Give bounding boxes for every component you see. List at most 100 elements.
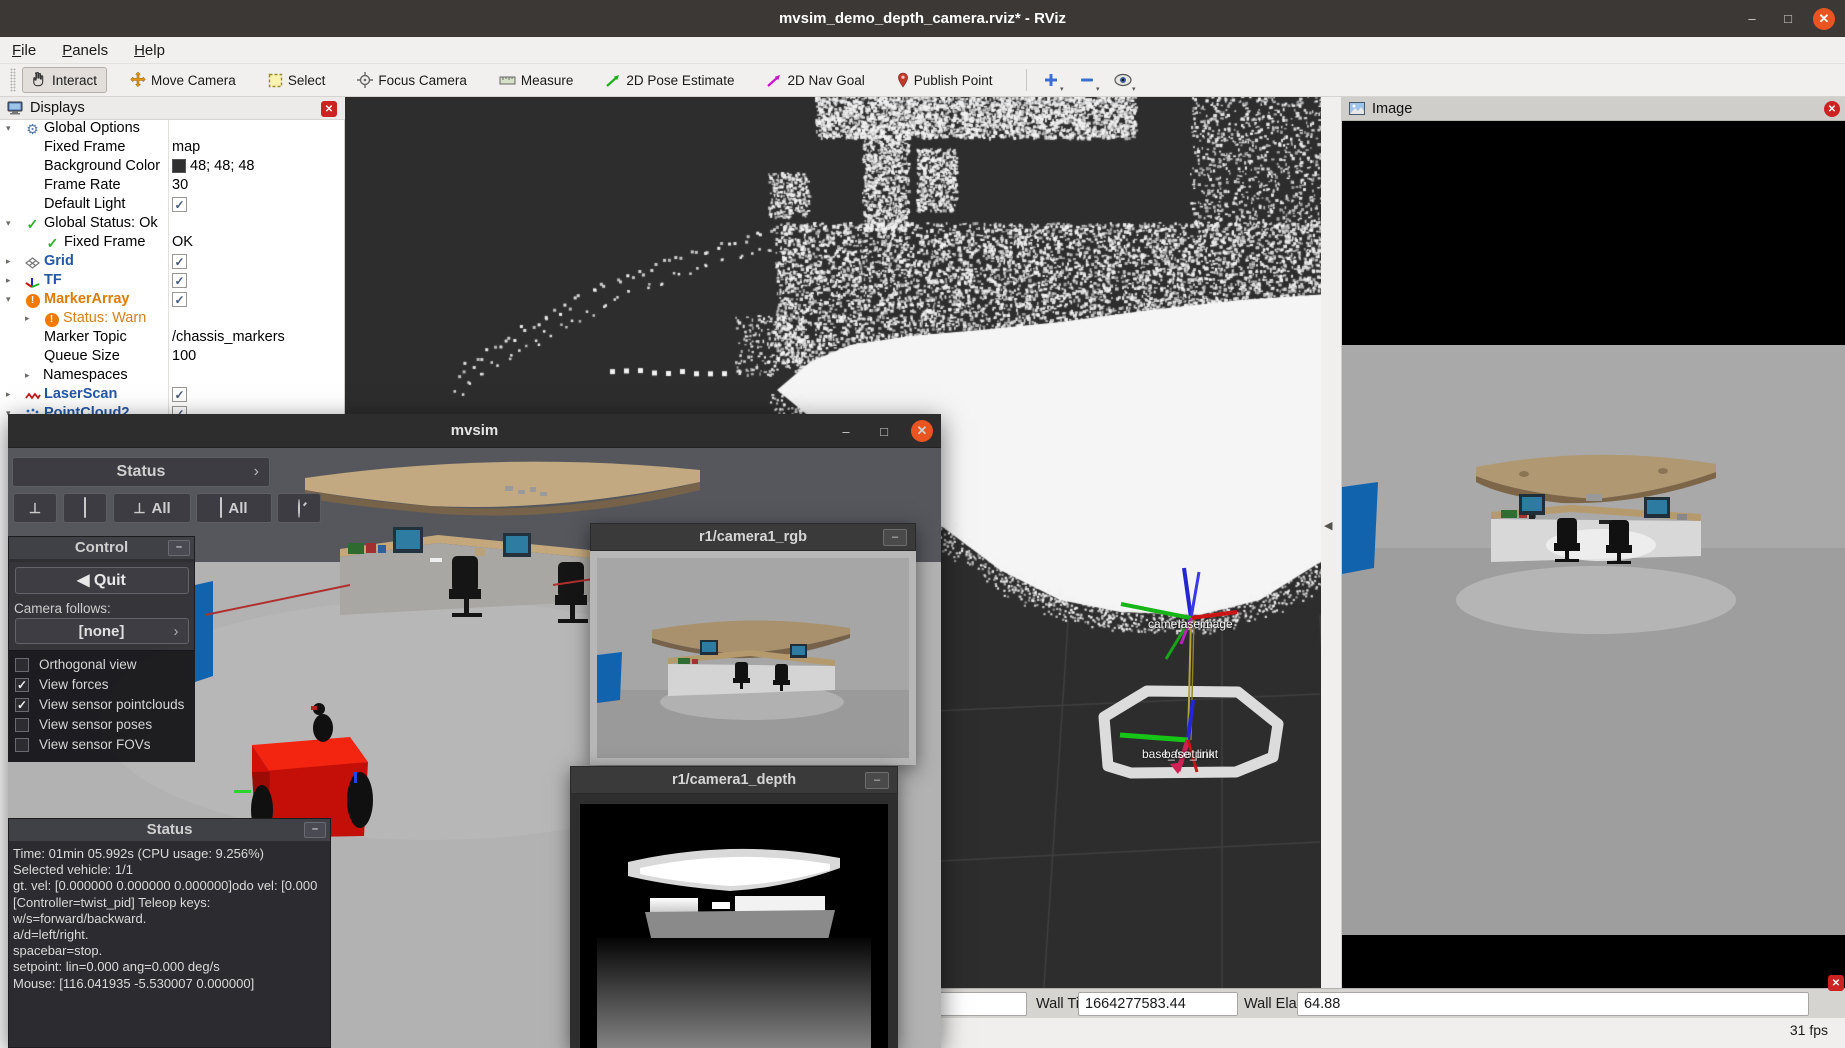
minimize-icon[interactable]: – (1741, 8, 1763, 30)
mvsim-toolbar-dock-all-button[interactable]: ⊥All (113, 493, 191, 523)
mvsim-maximize-icon[interactable]: □ (873, 420, 895, 442)
tool-2d-nav-goal[interactable]: 2D Nav Goal (757, 69, 873, 92)
checkbox-icon[interactable] (15, 738, 29, 752)
wall-time-input[interactable] (1078, 992, 1238, 1016)
close-icon[interactable]: ✕ (1813, 8, 1835, 30)
time-panel-close-icon[interactable]: ✕ (1828, 975, 1844, 991)
row-checkbox[interactable]: ✓ (172, 273, 187, 288)
chevron-right-icon[interactable]: ▸ (6, 256, 11, 267)
chevron-right-icon[interactable]: ▸ (6, 389, 11, 400)
menu-file[interactable]: File (12, 42, 36, 59)
chevron-right-icon[interactable]: ▸ (25, 370, 30, 381)
chevron-right-icon[interactable]: ▸ (25, 313, 30, 324)
tool-interact[interactable]: Interact (22, 67, 107, 93)
chevron-right-icon[interactable]: ▸ (6, 275, 11, 286)
row-name: Fixed Frame (64, 234, 145, 250)
tool-move-camera[interactable]: Move Camera (121, 68, 245, 92)
menu-panels[interactable]: Panels (62, 42, 108, 59)
tool-select[interactable]: Select (259, 69, 335, 92)
row-value[interactable]: 48; 48; 48 (172, 158, 255, 174)
warn-icon: ! (24, 292, 41, 309)
toolbar-separator (1026, 69, 1027, 91)
displays-row-tf[interactable]: ▸TF✓ (0, 272, 345, 291)
displays-row-global-options[interactable]: ▾⚙Global Options (0, 120, 345, 139)
wall-elapsed-input[interactable] (1297, 992, 1809, 1016)
displays-panel-header[interactable]: Displays ✕ (0, 97, 345, 120)
checkbox-icon[interactable]: ✓ (15, 698, 29, 712)
displays-row-fixed-frame[interactable]: ✓Fixed FrameOK (0, 234, 345, 253)
displays-row-status-warn[interactable]: ▸!Status: Warn (0, 310, 345, 329)
camera-rgb-titlebar[interactable]: r1/camera1_rgb – (590, 523, 916, 551)
checkbox-icon[interactable] (15, 658, 29, 672)
tool-label: 2D Nav Goal (787, 73, 864, 88)
mvsim-quit-button[interactable]: ◀ Quit (15, 567, 189, 594)
mvsim-toolbar-clock-button[interactable] (277, 493, 321, 523)
tool-publish-point[interactable]: Publish Point (888, 68, 1002, 92)
checkbox-icon[interactable]: ✓ (15, 678, 29, 692)
add-display-button[interactable]: ▾ (1037, 67, 1065, 93)
mvsim-control-header[interactable]: Control – (9, 537, 194, 559)
option-label: Orthogonal view (39, 657, 137, 672)
warn-icon: ! (43, 311, 60, 328)
camera-depth-titlebar[interactable]: r1/camera1_depth – (570, 766, 898, 794)
displays-row-queue-size[interactable]: Queue Size100 (0, 348, 345, 367)
chevron-down-icon[interactable]: ▾ (6, 218, 11, 229)
mvsim-option-view-forces[interactable]: ✓View forces (9, 675, 194, 695)
row-value[interactable]: 100 (172, 348, 196, 364)
mvsim-toolbar-dock-button[interactable]: ⊥ (13, 493, 57, 523)
mvsim-toolbar-window-all-button[interactable]: All (196, 493, 272, 523)
displays-row-default-light[interactable]: Default Light✓ (0, 196, 345, 215)
tool-2d-pose-estimate[interactable]: 2D Pose Estimate (596, 69, 743, 92)
chevron-down-icon[interactable]: ▾ (6, 294, 11, 305)
checkbox-icon[interactable] (15, 718, 29, 732)
camera-rgb-minimize-icon[interactable]: – (883, 529, 907, 546)
displays-row-grid[interactable]: ▸Grid✓ (0, 253, 345, 272)
displays-row-background-color[interactable]: Background Color48; 48; 48 (0, 158, 345, 177)
mvsim-option-orthogonal-view[interactable]: Orthogonal view (9, 655, 194, 675)
mvsim-status-button[interactable]: Status › (12, 457, 270, 487)
option-label: View sensor FOVs (39, 737, 151, 752)
row-checkbox[interactable]: ✓ (172, 387, 187, 402)
mvsim-titlebar[interactable]: mvsim – □ ✕ (8, 414, 941, 448)
visibility-button[interactable]: ▾ (1109, 67, 1137, 93)
row-checkbox[interactable]: ✓ (172, 254, 187, 269)
displays-row-markerarray[interactable]: ▾!MarkerArray✓ (0, 291, 345, 310)
mvsim-toolbar-window-button[interactable] (63, 493, 107, 523)
row-value[interactable]: OK (172, 234, 193, 250)
mvsim-status-minimize-icon[interactable]: – (304, 822, 326, 838)
mvsim-option-view-sensor-pointclouds[interactable]: ✓View sensor pointclouds (9, 695, 194, 715)
displays-row-namespaces[interactable]: ▸Namespaces (0, 367, 345, 386)
mvsim-option-view-sensor-poses[interactable]: View sensor poses (9, 715, 194, 735)
chevron-down-icon[interactable]: ▾ (6, 123, 11, 134)
camera-depth-minimize-icon[interactable]: – (865, 772, 889, 789)
mvsim-minimize-icon[interactable]: – (835, 420, 857, 442)
row-name: LaserScan (44, 386, 117, 402)
displays-row-global-status-ok[interactable]: ▾✓Global Status: Ok (0, 215, 345, 234)
image-panel-close-icon[interactable]: ✕ (1824, 101, 1840, 117)
row-value[interactable]: map (172, 139, 200, 155)
row-checkbox[interactable]: ✓ (172, 197, 187, 212)
remove-display-button[interactable]: ▾ (1073, 67, 1101, 93)
row-checkbox[interactable]: ✓ (172, 292, 187, 307)
displays-row-frame-rate[interactable]: Frame Rate30 (0, 177, 345, 196)
displays-row-fixed-frame[interactable]: Fixed Framemap (0, 139, 345, 158)
mvsim-camera-follows-select[interactable]: [none] › (15, 618, 189, 644)
mvsim-status-panel-title: Status (147, 821, 193, 838)
mvsim-status-panel-header[interactable]: Status – (9, 819, 330, 841)
mvsim-option-view-sensor-fovs[interactable]: View sensor FOVs (9, 735, 194, 755)
mvsim-control-minimize-icon[interactable]: – (168, 540, 190, 556)
row-value[interactable]: /chassis_markers (172, 329, 285, 345)
displays-close-icon[interactable]: ✕ (321, 101, 337, 117)
displays-row-marker-topic[interactable]: Marker Topic/chassis_markers (0, 329, 345, 348)
maximize-icon[interactable]: □ (1777, 8, 1799, 30)
camera-rgb-image (597, 558, 909, 758)
displays-row-laserscan[interactable]: ▸ LaserScan ✓ (0, 386, 345, 405)
nav-goal-icon (766, 73, 782, 88)
right-splitter-handle[interactable]: ◀ (1324, 519, 1332, 532)
image-panel-header[interactable]: Image ✕ (1342, 97, 1845, 121)
mvsim-close-icon[interactable]: ✕ (911, 420, 933, 442)
tool-measure[interactable]: Measure (490, 69, 583, 92)
tool-focus-camera[interactable]: Focus Camera (348, 68, 476, 92)
row-value[interactable]: 30 (172, 177, 188, 193)
menu-help[interactable]: Help (134, 42, 165, 59)
